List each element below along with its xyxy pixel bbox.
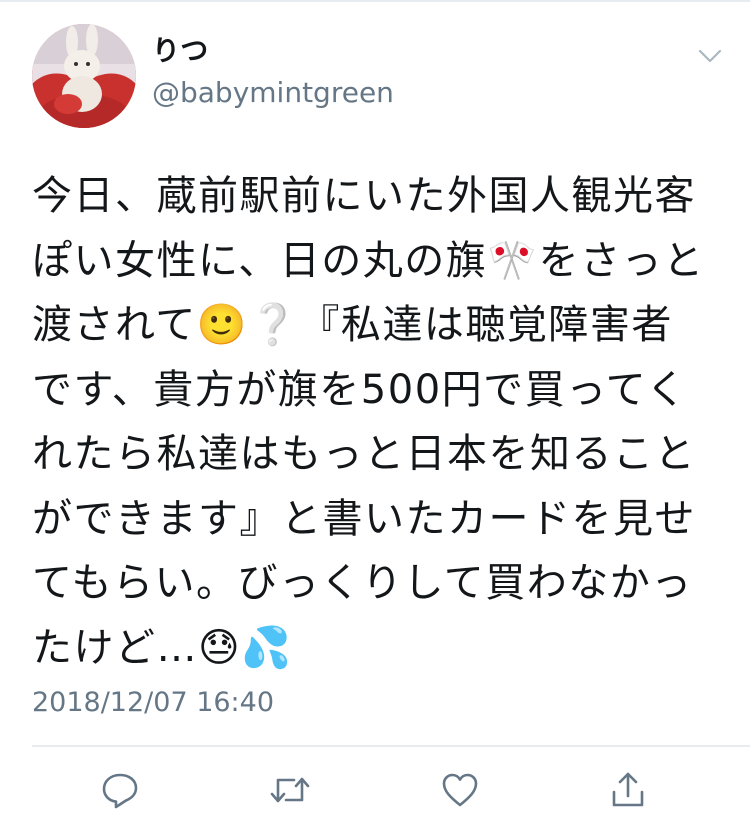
actions-divider xyxy=(32,745,750,747)
tweet-text: 今日、蔵前駅前にいた外国人観光客ぽい女性に、日の丸の旗🎌をさっと渡されて🙂❔『私… xyxy=(32,173,705,671)
share-icon[interactable] xyxy=(598,760,658,820)
top-divider xyxy=(0,0,750,2)
reply-icon[interactable] xyxy=(90,760,150,820)
chevron-down-icon[interactable] xyxy=(696,46,724,66)
tweet-header: りつ @babymintgreen xyxy=(32,24,732,136)
heart-icon[interactable] xyxy=(430,760,490,820)
avatar[interactable] xyxy=(32,24,136,128)
display-name[interactable]: りつ xyxy=(152,34,208,68)
user-handle[interactable]: @babymintgreen xyxy=(152,76,394,110)
retweet-icon[interactable] xyxy=(260,760,320,820)
action-bar xyxy=(0,760,750,820)
avatar-image xyxy=(32,24,136,128)
tweet-timestamp[interactable]: 2018/12/07 16:40 xyxy=(32,686,274,720)
